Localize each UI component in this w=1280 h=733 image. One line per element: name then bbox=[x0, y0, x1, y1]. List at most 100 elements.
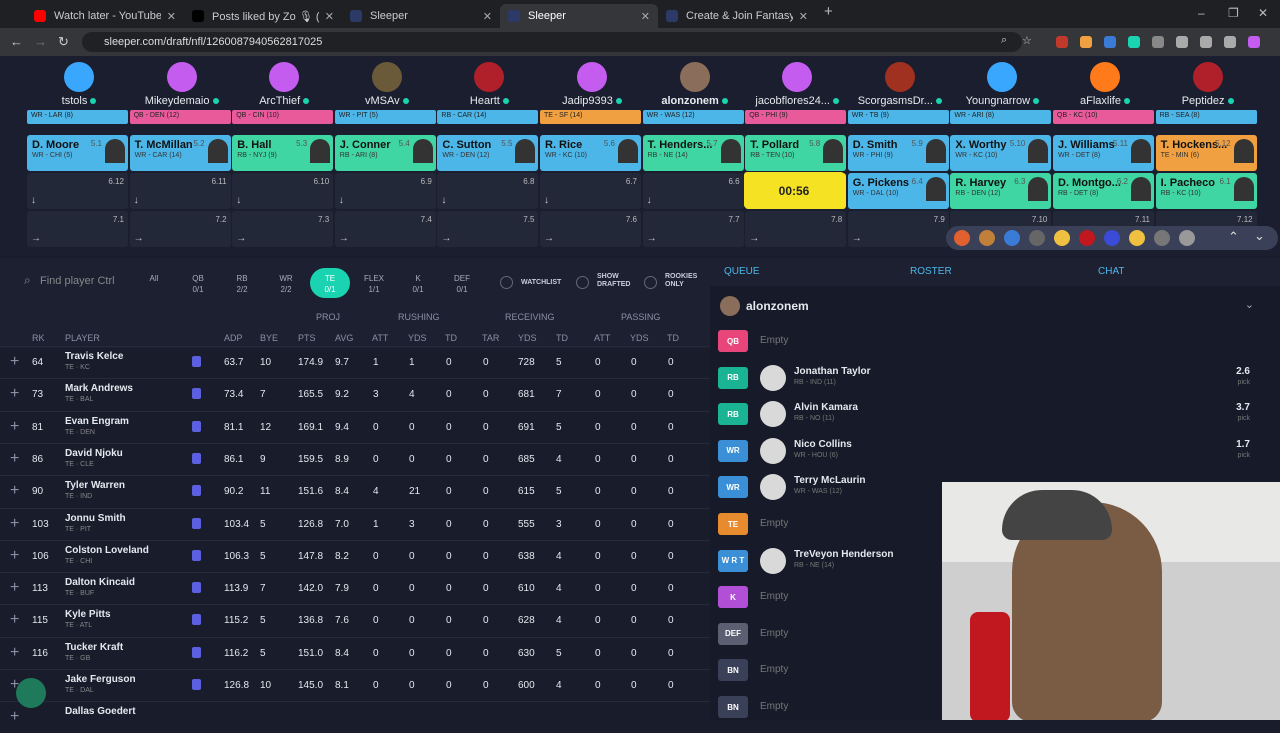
draft-pick-cell[interactable]: J. Williams WR - DET (8) 5.11 bbox=[1053, 135, 1154, 171]
queue-icon[interactable] bbox=[192, 485, 201, 497]
empty-pick-cell[interactable]: 6.6 ↓ bbox=[642, 173, 744, 209]
roster-player-name[interactable]: Terry McLaurin bbox=[794, 475, 866, 486]
player-row[interactable]: + Dallas Goedert bbox=[0, 701, 710, 733]
draft-pick-cell[interactable]: T. Hockens... TE - MIN (6) 5.12 bbox=[1155, 135, 1257, 171]
reaction-emoji-icon[interactable] bbox=[1004, 230, 1020, 246]
position-filter[interactable]: TE 0/1 bbox=[310, 268, 350, 298]
position-filter[interactable]: DEF 0/1 bbox=[442, 268, 482, 298]
column-header[interactable]: PLAYER bbox=[65, 333, 100, 343]
team-header[interactable]: ArcThief bbox=[234, 58, 334, 107]
queue-icon[interactable] bbox=[192, 388, 201, 400]
player-row[interactable]: +103 Jonnu Smith TE · PIT 103.4 5 126.8 7.0 1 3 0… bbox=[0, 507, 710, 540]
browser-tab[interactable]: Sleeper ✕ bbox=[500, 4, 658, 28]
queue-icon[interactable] bbox=[192, 646, 201, 658]
player-name[interactable]: Tyler Warren bbox=[65, 480, 125, 491]
column-header[interactable]: TAR bbox=[482, 333, 499, 343]
position-filter[interactable]: WR 2/2 bbox=[266, 268, 306, 298]
reaction-emoji-icon[interactable] bbox=[1154, 230, 1170, 246]
player-row[interactable]: +64 Travis Kelce TE · KC 63.7 10 174.9 9.7 1 1 0 0… bbox=[0, 346, 710, 378]
team-header[interactable]: Heartt bbox=[439, 58, 539, 107]
player-row[interactable]: + Jake Ferguson TE · DAL 126.8 10 145.0 8.1 0 0 0… bbox=[0, 669, 710, 701]
close-icon[interactable]: ✕ bbox=[799, 10, 808, 23]
empty-pick-cell[interactable]: 6.12 ↓ bbox=[27, 173, 128, 209]
forward-icon[interactable]: → bbox=[34, 34, 47, 49]
add-to-queue-icon[interactable]: + bbox=[10, 418, 19, 436]
column-header[interactable]: YDS bbox=[408, 333, 427, 343]
player-name[interactable]: David Njoku bbox=[65, 448, 123, 459]
extension-icon[interactable] bbox=[1200, 36, 1212, 48]
player-row[interactable]: +115 Kyle Pitts TE · ATL 115.2 5 136.8 7.6 0 0 0 0… bbox=[0, 604, 710, 636]
column-header[interactable]: PTS bbox=[298, 333, 316, 343]
draft-pick-cell[interactable]: D. Smith WR - PHI (9) 5.9 bbox=[847, 135, 949, 171]
player-name[interactable]: Dalton Kincaid bbox=[65, 577, 135, 588]
new-tab-button[interactable]: + bbox=[824, 3, 833, 20]
empty-pick-cell[interactable]: 6.10 ↓ bbox=[232, 173, 334, 209]
browser-tab[interactable]: Posts liked by Zo 🎙 (@alonzo ✕ bbox=[184, 4, 342, 28]
close-icon[interactable]: ✕ bbox=[641, 10, 650, 23]
column-header[interactable]: YDS bbox=[518, 333, 537, 343]
player-name[interactable]: Jake Ferguson bbox=[65, 674, 136, 685]
team-header[interactable]: Peptidez bbox=[1158, 58, 1258, 107]
extension-icon[interactable] bbox=[1248, 36, 1260, 48]
close-icon[interactable]: ✕ bbox=[483, 10, 492, 23]
add-to-queue-icon[interactable]: + bbox=[10, 708, 19, 726]
empty-pick-cell[interactable]: 7.1 → bbox=[27, 211, 128, 247]
reaction-emoji-icon[interactable] bbox=[979, 230, 995, 246]
previous-pick-strip[interactable]: TE - SF (14) bbox=[540, 110, 641, 124]
empty-pick-cell[interactable]: 6.9 ↓ bbox=[334, 173, 436, 209]
empty-pick-cell[interactable]: 7.6 → bbox=[540, 211, 641, 247]
add-to-queue-icon[interactable]: + bbox=[10, 482, 19, 500]
extension-icon[interactable] bbox=[1104, 36, 1116, 48]
draft-pick-cell[interactable]: T. Henders... RB - NE (14) 5.7 bbox=[642, 135, 744, 171]
cookie-settings-button[interactable] bbox=[16, 678, 46, 708]
reaction-emoji-icon[interactable] bbox=[954, 230, 970, 246]
back-icon[interactable]: ← bbox=[10, 34, 23, 49]
extension-icon[interactable] bbox=[1056, 36, 1068, 48]
queue-icon[interactable] bbox=[192, 517, 201, 529]
add-to-queue-icon[interactable]: + bbox=[10, 579, 19, 597]
add-to-queue-icon[interactable]: + bbox=[10, 547, 19, 565]
position-filter[interactable]: FLEX 1/1 bbox=[354, 268, 394, 298]
draft-pick-cell[interactable]: C. Sutton WR - DEN (12) 5.5 bbox=[437, 135, 539, 171]
roster-player-name[interactable]: Nico Collins bbox=[794, 439, 852, 450]
team-header[interactable]: aFlaxlife bbox=[1055, 58, 1155, 107]
minimize-button[interactable]: – bbox=[1198, 6, 1205, 20]
empty-pick-cell[interactable]: 7.3 → bbox=[232, 211, 334, 247]
column-header[interactable]: ADP bbox=[224, 333, 243, 343]
roster-player-name[interactable]: Alvin Kamara bbox=[794, 402, 858, 413]
chevron-down-icon[interactable]: ⌄ bbox=[1245, 298, 1254, 311]
reaction-emoji-icon[interactable] bbox=[1029, 230, 1045, 246]
extension-icon[interactable] bbox=[1152, 36, 1164, 48]
player-row[interactable]: +113 Dalton Kincaid TE · BUF 113.9 7 142.0 7.9… bbox=[0, 572, 710, 604]
player-name[interactable]: Tucker Kraft bbox=[65, 642, 123, 653]
player-row[interactable]: +73 Mark Andrews TE · BAL 73.4 7 165.5 9.2 3 4 0 0… bbox=[0, 378, 710, 410]
queue-icon[interactable] bbox=[192, 582, 201, 594]
previous-pick-strip[interactable]: RB - CAR (14) bbox=[437, 110, 539, 124]
player-row[interactable]: +90 Tyler Warren TE · IND 90.2 11 151.6 8.4 4 21… bbox=[0, 475, 710, 507]
empty-pick-cell[interactable]: 7.9 → bbox=[847, 211, 949, 247]
column-header[interactable]: ATT bbox=[594, 333, 610, 343]
empty-pick-cell[interactable]: 7.5 → bbox=[437, 211, 539, 247]
column-header[interactable]: AVG bbox=[335, 333, 353, 343]
player-row[interactable]: +116 Tucker Kraft TE · GB 116.2 5 151.0 8.4 0 0 0… bbox=[0, 636, 710, 669]
team-header[interactable]: Mikeydemaio bbox=[132, 58, 232, 107]
browser-tab[interactable]: Sleeper ✕ bbox=[342, 4, 500, 28]
queue-icon[interactable] bbox=[192, 614, 201, 626]
team-header[interactable]: jacobflores24... bbox=[747, 58, 847, 107]
player-name[interactable]: Jonnu Smith bbox=[65, 513, 126, 524]
extension-icon[interactable] bbox=[1080, 36, 1092, 48]
reload-icon[interactable]: ↻ bbox=[58, 34, 69, 50]
column-header[interactable]: YDS bbox=[630, 333, 649, 343]
position-filter[interactable]: RB 2/2 bbox=[222, 268, 262, 298]
previous-pick-strip[interactable]: QB - DEN (12) bbox=[129, 110, 231, 124]
empty-pick-cell[interactable]: 7.7 → bbox=[642, 211, 744, 247]
team-header[interactable]: alonzonem bbox=[645, 58, 745, 107]
add-to-queue-icon[interactable]: + bbox=[10, 515, 19, 533]
previous-pick-strip[interactable]: WR - ARI (8) bbox=[950, 110, 1052, 124]
team-header[interactable]: Jadip9393 bbox=[542, 58, 642, 107]
close-window-button[interactable]: ✕ bbox=[1258, 6, 1268, 20]
tab-chat[interactable]: CHAT bbox=[1098, 266, 1124, 277]
add-to-queue-icon[interactable]: + bbox=[10, 644, 19, 662]
zoom-icon[interactable]: ⌕ bbox=[1001, 34, 1007, 47]
url-field[interactable]: sleeper.com/draft/nfl/126008794056281702… bbox=[82, 32, 1022, 52]
